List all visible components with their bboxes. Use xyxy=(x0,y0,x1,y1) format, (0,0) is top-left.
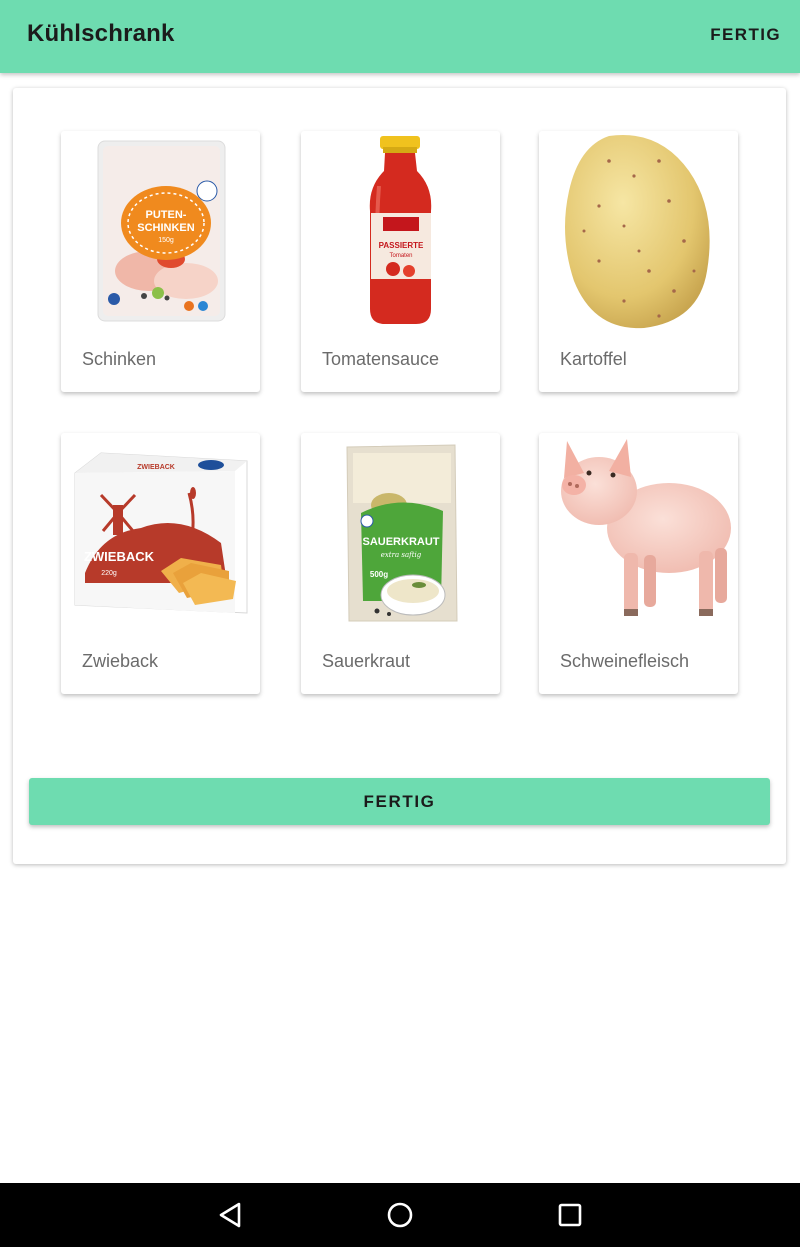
item-label-sauerkraut: Sauerkraut xyxy=(322,651,411,671)
item-card-sauerkraut[interactable]: SAUERKRAUT extra saftig 500g Sauerkraut xyxy=(301,433,500,694)
sauerkraut-bag-text: SAUERKRAUT xyxy=(363,536,440,548)
item-card-schweinefleisch[interactable]: Schweinefleisch xyxy=(539,433,738,694)
pig-image xyxy=(539,433,738,633)
item-card-tomatensauce[interactable]: PASSIERTE Tomaten Tomatensauce xyxy=(301,131,500,392)
sauce-label-text: PASSIERTE xyxy=(379,241,424,250)
ham-package-image: PUTEN- SCHINKEN 150g xyxy=(61,131,260,331)
fridge-panel: PUTEN- SCHINKEN 150g Schinken PASSIERTE xyxy=(13,88,786,864)
sauce-sub-text: Tomaten xyxy=(389,253,412,259)
svg-text:ZWIEBACK: ZWIEBACK xyxy=(137,464,175,471)
item-card-zwieback[interactable]: ZWIEBACK ZWIEBACK 220g Zwieback xyxy=(61,433,260,694)
item-label-kartoffel: Kartoffel xyxy=(560,349,627,369)
item-card-kartoffel[interactable]: Kartoffel xyxy=(539,131,738,392)
app-bar: Kühlschrank FERTIG xyxy=(0,0,800,73)
sauerkraut-bag-image: SAUERKRAUT extra saftig 500g xyxy=(301,433,500,633)
ham-package-text: PUTEN- xyxy=(146,209,187,221)
item-label-schinken: Schinken xyxy=(82,349,157,369)
item-card-schinken[interactable]: PUTEN- SCHINKEN 150g Schinken xyxy=(61,131,260,392)
zwieback-weight: 220g xyxy=(101,570,117,577)
item-label-tomatensauce: Tomatensauce xyxy=(322,349,440,369)
item-label-zwieback: Zwieback xyxy=(82,651,159,671)
system-navigation-bar xyxy=(0,1183,800,1247)
appbar-done-button[interactable]: FERTIG xyxy=(710,25,781,45)
home-icon[interactable] xyxy=(380,1195,420,1235)
recents-icon[interactable] xyxy=(550,1195,590,1235)
page-title: Kühlschrank xyxy=(27,20,175,47)
svg-text:SCHINKEN: SCHINKEN xyxy=(137,222,195,234)
done-button[interactable]: FERTIG xyxy=(29,778,770,825)
tomato-sauce-bottle-image: PASSIERTE Tomaten xyxy=(301,131,500,331)
sauerkraut-weight: 500g xyxy=(370,570,388,579)
back-icon[interactable] xyxy=(211,1195,251,1235)
zwieback-box-text: ZWIEBACK xyxy=(84,549,155,564)
sauerkraut-sub-text: extra saftig xyxy=(381,551,422,559)
item-label-schweinefleisch: Schweinefleisch xyxy=(560,651,690,671)
ham-weight: 150g xyxy=(158,237,174,244)
potato-image xyxy=(539,131,738,331)
zwieback-box-image: ZWIEBACK ZWIEBACK 220g xyxy=(61,433,260,633)
